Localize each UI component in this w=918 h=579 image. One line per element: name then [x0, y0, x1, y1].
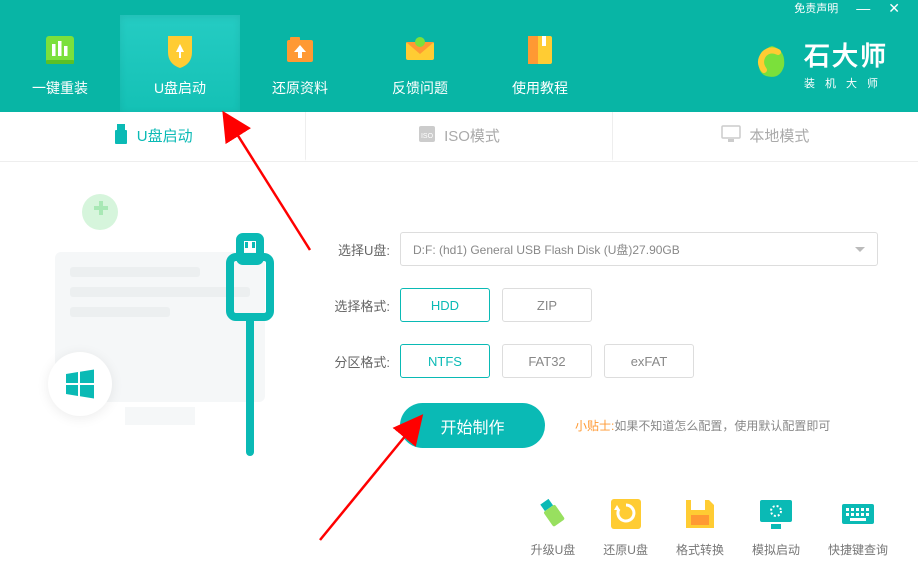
nav-feedback[interactable]: 反馈问题: [360, 15, 480, 112]
form-area: 选择U盘: D:F: (hd1) General USB Flash Disk …: [310, 162, 918, 489]
restore-icon: [607, 495, 645, 533]
tool-simulate-boot[interactable]: 模拟启动: [752, 495, 800, 558]
subtab-label: 本地模式: [749, 125, 809, 146]
monitor-boot-icon: [757, 495, 795, 533]
usb-select-value: D:F: (hd1) General USB Flash Disk (U盘)27…: [413, 241, 680, 258]
tool-restore-usb[interactable]: 还原U盘: [603, 495, 648, 558]
brand-logo-icon: [750, 42, 794, 86]
disclaimer-link[interactable]: 免责声明: [794, 0, 838, 16]
usb-select[interactable]: D:F: (hd1) General USB Flash Disk (U盘)27…: [400, 232, 878, 266]
tool-format-convert[interactable]: 格式转换: [676, 495, 724, 558]
sub-tabs: U盘启动 ISO ISO模式 本地模式: [0, 112, 918, 162]
nav-restore-data[interactable]: 还原资料: [240, 15, 360, 112]
subtab-usb-boot[interactable]: U盘启动: [0, 112, 305, 161]
nav-label: 使用教程: [512, 78, 568, 98]
keyboard-icon: [839, 495, 877, 533]
brand: 石大师 装机大师: [750, 15, 918, 112]
nav-label: U盘启动: [154, 78, 206, 98]
nav-label: 一键重装: [32, 78, 88, 98]
title-bar: 免责声明 — ✕: [0, 0, 918, 15]
bar-chart-icon: [40, 30, 80, 70]
subtab-local-mode[interactable]: 本地模式: [612, 112, 918, 161]
upload-folder-icon: [280, 30, 320, 70]
format-label: 选择格式:: [320, 296, 390, 315]
tool-label: 格式转换: [676, 541, 724, 558]
start-create-button[interactable]: 开始制作: [400, 403, 545, 448]
monitor-icon: [721, 125, 741, 147]
subtab-iso-mode[interactable]: ISO ISO模式: [305, 112, 611, 161]
tool-hotkey-lookup[interactable]: 快捷键查询: [828, 495, 888, 558]
nav-label: 反馈问题: [392, 78, 448, 98]
illustration-panel: [0, 162, 310, 489]
floppy-icon: [681, 495, 719, 533]
format-option-hdd[interactable]: HDD: [400, 288, 490, 322]
partition-option-fat32[interactable]: FAT32: [502, 344, 592, 378]
nav-usb-boot[interactable]: U盘启动: [120, 15, 240, 112]
tool-label: 升级U盘: [531, 541, 576, 558]
tool-label: 还原U盘: [603, 541, 648, 558]
usb-shield-icon: [160, 30, 200, 70]
subtab-label: ISO模式: [444, 125, 500, 146]
tool-label: 快捷键查询: [828, 541, 888, 558]
usb-icon: [113, 124, 129, 148]
book-icon: [520, 30, 560, 70]
usb-stick-icon: [534, 495, 572, 533]
close-button[interactable]: ✕: [888, 3, 900, 13]
nav-one-click-reinstall[interactable]: 一键重装: [0, 15, 120, 112]
tip-text: 小贴士:如果不知道怎么配置，使用默认配置即可: [575, 417, 830, 434]
nav-tutorial[interactable]: 使用教程: [480, 15, 600, 112]
brand-title: 石大师: [804, 36, 888, 73]
partition-label: 分区格式:: [320, 352, 390, 371]
tool-upgrade-usb[interactable]: 升级U盘: [531, 495, 576, 558]
windows-badge-icon: [48, 352, 112, 416]
partition-option-ntfs[interactable]: NTFS: [400, 344, 490, 378]
brand-subtitle: 装机大师: [804, 75, 888, 91]
nav-label: 还原资料: [272, 78, 328, 98]
tool-label: 模拟启动: [752, 541, 800, 558]
svg-text:ISO: ISO: [421, 133, 434, 140]
usb-select-label: 选择U盘:: [320, 240, 390, 259]
subtab-label: U盘启动: [137, 125, 193, 146]
tip-label: 小贴士:: [575, 419, 614, 433]
envelope-icon: [400, 30, 440, 70]
minimize-button[interactable]: —: [856, 3, 870, 13]
iso-icon: ISO: [418, 125, 436, 147]
partition-option-exfat[interactable]: exFAT: [604, 344, 694, 378]
bottom-toolbar: 升级U盘 还原U盘 格式转换 模拟启动 快捷键查询: [0, 489, 918, 579]
monitor-illustration-icon: [0, 162, 310, 482]
top-nav: 一键重装 U盘启动 还原资料 反馈问题 使用教程 石大师 装机大师: [0, 15, 918, 112]
format-option-zip[interactable]: ZIP: [502, 288, 592, 322]
